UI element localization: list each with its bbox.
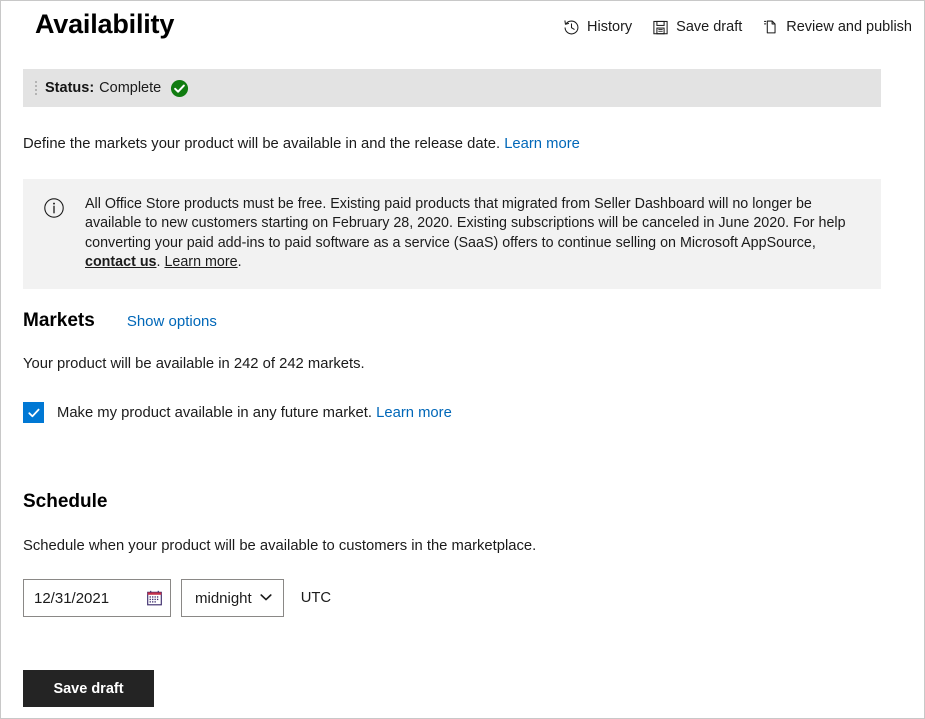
release-date-field[interactable] bbox=[23, 579, 171, 617]
future-market-checkbox-row: Make my product available in any future … bbox=[23, 402, 903, 423]
publish-page-icon bbox=[762, 18, 779, 36]
intro-text: Define the markets your product will be … bbox=[23, 133, 580, 155]
future-market-label: Make my product available in any future … bbox=[57, 404, 372, 421]
status-label: Status: bbox=[45, 80, 95, 96]
markets-section: Markets Show options Your product will b… bbox=[23, 307, 903, 423]
status-bar: Status: Complete bbox=[23, 69, 881, 107]
show-options-link[interactable]: Show options bbox=[127, 313, 217, 330]
save-draft-command[interactable]: Save draft bbox=[652, 17, 742, 37]
future-market-checkbox[interactable] bbox=[23, 402, 44, 423]
calendar-icon[interactable] bbox=[146, 590, 163, 607]
release-time-select[interactable]: midnight bbox=[181, 579, 284, 617]
command-bar: History Save draft Review and publish bbox=[563, 17, 912, 37]
intro-sentence: Define the markets your product will be … bbox=[23, 136, 501, 152]
green-check-circle-icon bbox=[170, 79, 189, 98]
markets-title: Markets bbox=[23, 310, 95, 331]
save-icon bbox=[652, 19, 669, 36]
save-draft-button[interactable]: Save draft bbox=[23, 670, 154, 707]
schedule-description: Schedule when your product will be avail… bbox=[23, 538, 537, 554]
schedule-section: Schedule Schedule when your product will… bbox=[23, 488, 903, 617]
chevron-down-icon bbox=[260, 589, 272, 607]
release-time-value: midnight bbox=[195, 589, 252, 607]
markets-count-text: Your product will be available in 242 of… bbox=[23, 356, 365, 372]
info-banner-body: All Office Store products must be free. … bbox=[85, 196, 846, 251]
markets-header: Markets Show options bbox=[23, 307, 903, 335]
history-icon bbox=[563, 19, 580, 36]
info-banner-learn-more-link[interactable]: Learn more bbox=[164, 254, 237, 270]
info-banner: All Office Store products must be free. … bbox=[23, 179, 881, 289]
info-banner-period: . bbox=[237, 254, 242, 271]
contact-us-link[interactable]: contact us bbox=[85, 254, 157, 270]
schedule-title: Schedule bbox=[23, 491, 108, 512]
review-and-publish-label: Review and publish bbox=[786, 19, 912, 35]
future-market-learn-more-link[interactable]: Learn more bbox=[376, 405, 452, 421]
status-value: Complete bbox=[99, 80, 162, 96]
availability-page: Availability History Save draft Review a… bbox=[0, 0, 925, 719]
history-label: History bbox=[587, 19, 633, 35]
info-circle-icon bbox=[23, 195, 85, 273]
checkmark-icon bbox=[27, 408, 39, 417]
schedule-controls: midnight UTC bbox=[23, 579, 903, 617]
intro-learn-more-link[interactable]: Learn more bbox=[504, 136, 580, 152]
timezone-label: UTC bbox=[300, 590, 332, 606]
future-market-label-wrap: Make my product available in any future … bbox=[57, 405, 452, 421]
info-banner-text: All Office Store products must be free. … bbox=[85, 195, 857, 273]
page-header: Availability History Save draft Review a… bbox=[1, 1, 924, 53]
drag-grip-icon bbox=[35, 80, 37, 96]
review-and-publish-button[interactable]: Review and publish bbox=[762, 17, 912, 37]
save-draft-label: Save draft bbox=[676, 19, 743, 35]
history-button[interactable]: History bbox=[563, 17, 632, 37]
page-title: Availability bbox=[35, 9, 175, 39]
